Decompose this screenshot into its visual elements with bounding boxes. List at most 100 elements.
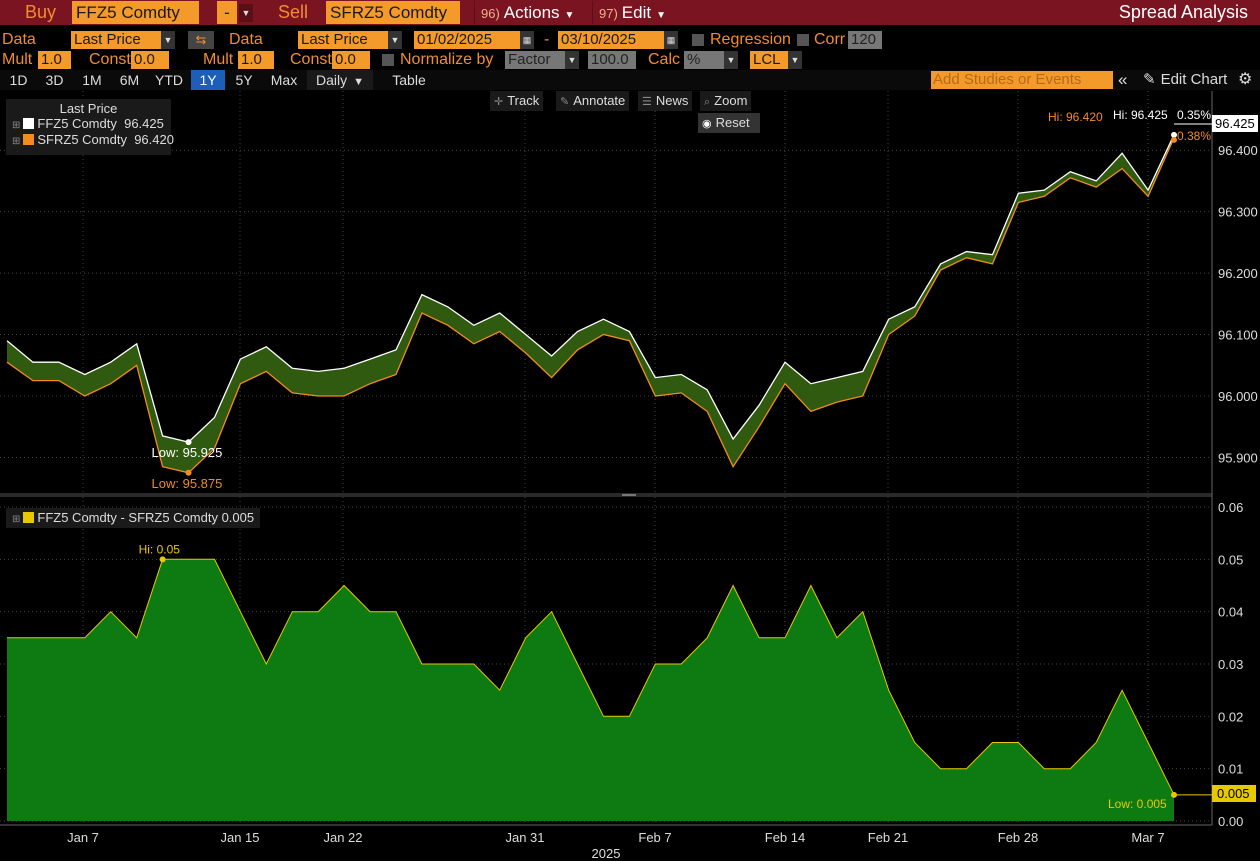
normalize-checkbox[interactable]	[382, 54, 394, 66]
reset-button[interactable]: ◉ Reset	[698, 113, 760, 133]
add-studies-input[interactable]: Add Studies or Events	[931, 71, 1113, 89]
legend-item-spread[interactable]: ⊞ FFZ5 Comdty - SFRZ5 Comdty 0.005	[6, 508, 260, 528]
range-toolbar: 1D 3D 1M 6M YTD 1Y 5Y Max Daily ▼ Table A…	[0, 70, 1260, 90]
table-button[interactable]: Table	[375, 70, 443, 90]
range-button-1y[interactable]: 1Y	[191, 70, 225, 90]
spread-last-value: 0.005	[1217, 786, 1250, 801]
data1-label: Data	[2, 31, 36, 48]
normalize-select[interactable]: Factor	[505, 51, 565, 69]
data2-select[interactable]: Last Price	[298, 31, 388, 49]
top-legend[interactable]: Last Price ⊞ FFZ5 Comdty 96.425 ⊞ SFRZ5 Co…	[6, 99, 174, 155]
normalize-dropdown-icon[interactable]: ▼	[565, 51, 579, 69]
mult-row: Mult 1.0 Const 0.0 Mult 1.0 Const 0.0 No…	[0, 50, 1260, 70]
y-tick-label-top: 96.000	[1218, 389, 1258, 404]
factor-input[interactable]: 100.0	[588, 51, 636, 69]
x-tick-label: Mar 7	[1131, 830, 1164, 845]
range-button-1m[interactable]: 1M	[74, 70, 110, 90]
calendar-icon[interactable]: ▦	[664, 31, 678, 49]
range-button-max[interactable]: Max	[263, 70, 305, 90]
regression-label: Regression	[710, 31, 791, 48]
data2-dropdown-icon[interactable]: ▼	[388, 31, 402, 49]
corr-window-input[interactable]: 120	[848, 31, 882, 49]
actions-menu-button[interactable]: 96) Actions ▼	[474, 1, 590, 24]
annotate-button[interactable]: ✎ Annotate	[556, 91, 630, 111]
edit-label: Edit	[621, 3, 652, 22]
x-tick-label: Feb 7	[638, 830, 671, 845]
edit-number: 97)	[599, 6, 618, 21]
track-label: Track	[507, 93, 540, 108]
news-label: News	[655, 93, 689, 108]
legend-name-sfrz5: SFRZ5 Comdty	[37, 132, 127, 147]
x-tick-label: Jan 15	[220, 830, 259, 845]
operator-dropdown-icon[interactable]: ▼	[239, 4, 253, 22]
expand-icon[interactable]: ⊞	[12, 514, 20, 525]
news-icon: ☰	[642, 96, 652, 108]
magnifier-icon: ⌕	[704, 96, 711, 108]
corr-checkbox[interactable]	[797, 34, 809, 46]
y-tick-label-top: 96.400	[1218, 143, 1258, 158]
track-button[interactable]: ✛ Track	[490, 91, 544, 111]
start-date-input[interactable]: 01/02/2025	[414, 31, 520, 49]
y-tick-label-bottom: 0.05	[1218, 552, 1243, 567]
range-button-3d[interactable]: 3D	[37, 70, 72, 90]
expand-icon[interactable]: ⊞	[12, 120, 20, 131]
x-tick-label: Feb 14	[765, 830, 805, 845]
legend-header: Last Price	[59, 101, 118, 116]
gear-icon[interactable]: ⚙	[1238, 70, 1252, 90]
edit-menu-button[interactable]: 97) Edit ▼	[592, 1, 678, 24]
mult2-input[interactable]: 1.0	[238, 51, 274, 69]
x-tick-label: Feb 28	[998, 830, 1038, 845]
price-spread-band	[7, 134, 1174, 473]
calc-dropdown-icon[interactable]: ▼	[724, 51, 738, 69]
actions-label: Actions	[503, 3, 560, 22]
zoom-label: Zoom	[714, 93, 748, 108]
range-button-6m[interactable]: 6M	[112, 70, 147, 90]
spread-hi-marker	[159, 556, 166, 563]
chart-svg[interactable]: 95.900 96.000 96.100 96.200 96.300 96.400 0.00…	[0, 90, 1260, 861]
edit-chart-button[interactable]: ✎ Edit Chart	[1143, 70, 1227, 90]
currency-select[interactable]: LCL	[750, 51, 788, 69]
page-title: Spread Analysis	[1118, 2, 1248, 22]
x-tick-label: Feb 21	[868, 830, 908, 845]
buy-ticker-input[interactable]: FFZ5 Comdty	[72, 1, 199, 24]
title-bar: Buy FFZ5 Comdty - ▼ Sell SFRZ5 Comdty 96…	[0, 0, 1260, 25]
data1-dropdown-icon[interactable]: ▼	[161, 31, 175, 49]
reset-label: Reset	[715, 115, 750, 130]
regression-checkbox[interactable]	[692, 34, 704, 46]
panel-divider	[0, 493, 1212, 497]
bottom-legend[interactable]: ⊞ FFZ5 Comdty - SFRZ5 Comdty 0.005	[6, 508, 260, 528]
calendar-icon[interactable]: ▦	[520, 31, 534, 49]
legend-swatch-spread	[23, 512, 35, 523]
sell-label: Sell	[278, 2, 309, 22]
legend-value-sfrz5: 96.420	[134, 132, 174, 147]
chart-area[interactable]: 95.900 96.000 96.100 96.200 96.300 96.400 0.00…	[0, 90, 1260, 861]
end-date-input[interactable]: 03/10/2025	[558, 31, 664, 49]
currency-dropdown-icon[interactable]: ▼	[788, 51, 802, 69]
range-button-1d[interactable]: 1D	[2, 70, 35, 90]
calc-select[interactable]: %	[684, 51, 724, 69]
frequency-select[interactable]: Daily ▼	[307, 70, 373, 90]
chevron-down-icon: ▼	[353, 76, 364, 88]
range-button-ytd[interactable]: YTD	[149, 70, 189, 90]
range-button-5y[interactable]: 5Y	[227, 70, 261, 90]
sell-ticker-input[interactable]: SFRZ5 Comdty	[326, 1, 460, 24]
y-tick-label-bottom: 0.02	[1218, 709, 1243, 724]
operator-select[interactable]: -	[217, 1, 237, 24]
legend-swatch-ffz5	[23, 118, 35, 129]
collapse-icon[interactable]: «	[1118, 70, 1127, 90]
expand-icon[interactable]: ⊞	[12, 136, 20, 147]
swap-icon[interactable]: ⇆	[188, 31, 214, 49]
sfrz5-line	[6, 137, 1175, 474]
news-button[interactable]: ☰ News	[638, 91, 693, 111]
mult1-input[interactable]: 1.0	[38, 51, 71, 69]
zoom-button[interactable]: ⌕ Zoom	[700, 91, 752, 111]
legend-item-sfrz5[interactable]: ⊞ SFRZ5 Comdty 96.420	[6, 132, 174, 148]
x-tick-label: Jan 31	[505, 830, 544, 845]
y-tick-label-bottom: 0.06	[1218, 500, 1243, 515]
const2-input[interactable]: 0.0	[332, 51, 370, 69]
const2-label: Const	[290, 51, 332, 68]
spread-hi-label: Hi: 0.05	[139, 542, 181, 556]
const1-input[interactable]: 0.0	[131, 51, 169, 69]
legend-item-ffz5[interactable]: ⊞ FFZ5 Comdty 96.425	[6, 116, 171, 132]
data1-select[interactable]: Last Price	[71, 31, 161, 49]
